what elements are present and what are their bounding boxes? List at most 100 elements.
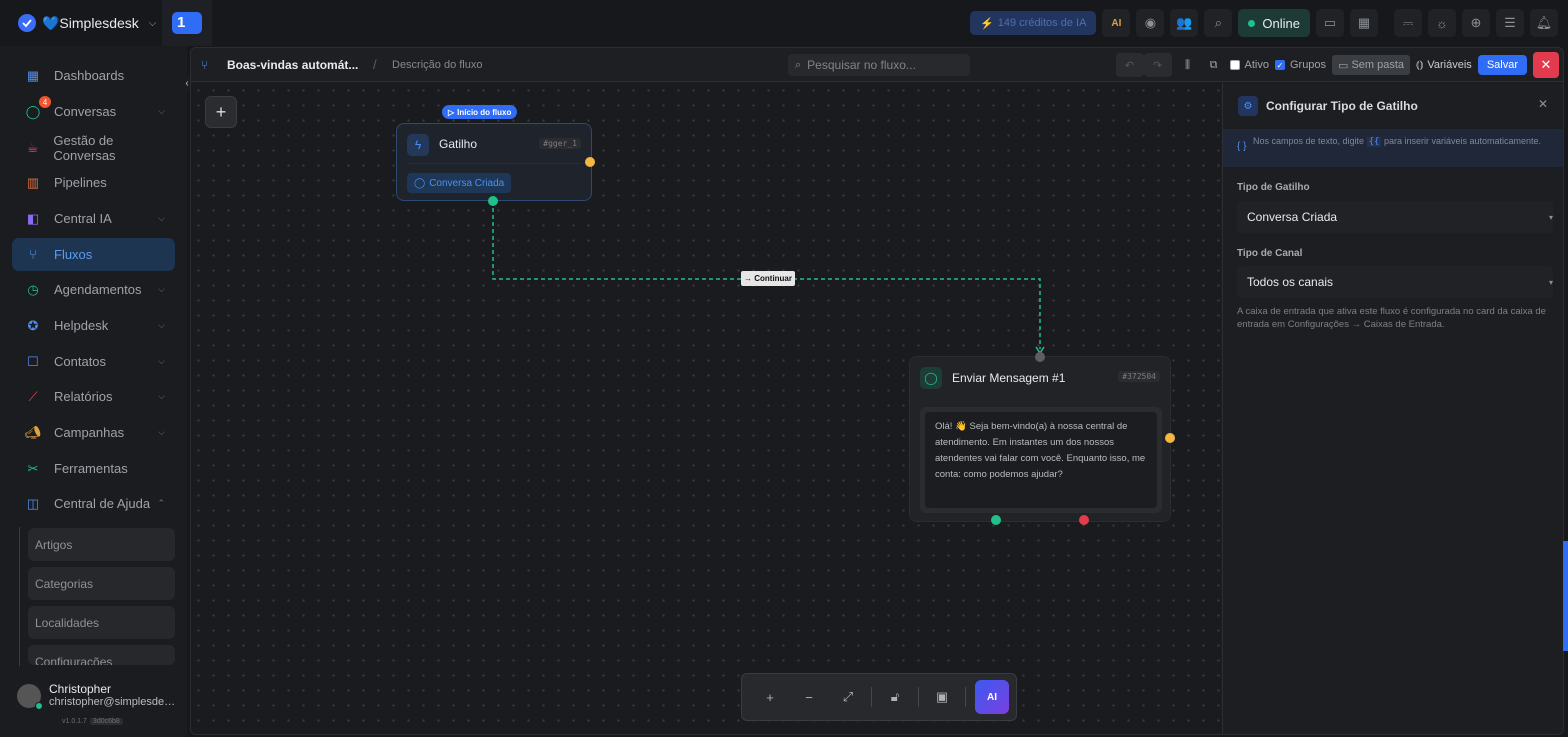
export-button[interactable]: ▣ bbox=[924, 679, 960, 715]
channel-type-select[interactable]: Todos os canais ▾ bbox=[1237, 266, 1553, 298]
config-panel: ⚙ Configurar Tipo de Gatilho ✕ { } Nos c… bbox=[1222, 83, 1563, 734]
submenu-line bbox=[19, 527, 20, 666]
active-toggle[interactable]: Ativo bbox=[1229, 53, 1269, 77]
flow-description[interactable]: Descrição do fluxo bbox=[392, 59, 483, 71]
hint-text-a: Nos campos de texto, digite bbox=[1253, 136, 1365, 146]
sidebar-item-fluxos[interactable]: ⑂ Fluxos bbox=[12, 238, 175, 271]
layout-button[interactable]: ⧉ bbox=[1204, 53, 1224, 77]
chevron-up-icon: ⌃ bbox=[157, 498, 165, 508]
top-bar: 💙Simplesdesk ⌵ 1 ⚡ 149 créditos de IA AI … bbox=[0, 0, 1568, 46]
status-circle-button[interactable]: ◉ bbox=[1136, 9, 1165, 37]
close-panel-button[interactable]: ✕ bbox=[1538, 97, 1548, 111]
chevron-down-icon: ⌵ bbox=[148, 17, 157, 29]
sidebar-item-central-ia[interactable]: ◧ Central IA ⌵ bbox=[12, 202, 175, 235]
sidebar-item-pipelines[interactable]: ▥ Pipelines bbox=[12, 166, 175, 199]
zoom-out-button[interactable]: − bbox=[791, 679, 827, 715]
sidebar-item-helpdesk[interactable]: ✪ Helpdesk ⌵ bbox=[12, 309, 175, 342]
sidebar-item-gestao-conversas[interactable]: ☕︎ Gestão de Conversas bbox=[12, 131, 175, 164]
message-success-port[interactable] bbox=[991, 515, 1001, 525]
sidebar-item-ferramentas[interactable]: ✂ Ferramentas bbox=[12, 452, 175, 485]
sidebar-item-dashboards[interactable]: ▦ Dashboards bbox=[12, 59, 175, 92]
calendar-button[interactable]: ▦ bbox=[1350, 9, 1378, 37]
page-scrollbar[interactable] bbox=[1563, 541, 1568, 651]
edge-label[interactable]: → Continuar bbox=[741, 271, 795, 286]
stats-button[interactable]: ⫼ bbox=[1178, 53, 1198, 77]
message-input-port[interactable] bbox=[1035, 352, 1045, 362]
variables-button[interactable]: ⦅⦆ Variáveis bbox=[1416, 53, 1472, 77]
close-icon: ✕ bbox=[1540, 57, 1552, 72]
sidebar-item-relatorios[interactable]: ⟋ Relatórios ⌵ bbox=[12, 380, 175, 413]
variables-label: Variáveis bbox=[1427, 59, 1472, 71]
tools-icon: ✂ bbox=[27, 460, 39, 476]
ai-credits-label: 149 créditos de IA bbox=[997, 17, 1087, 29]
book-icon: ◫ bbox=[26, 495, 40, 511]
trigger-output-port[interactable] bbox=[585, 157, 595, 167]
trigger-bottom-port[interactable] bbox=[488, 196, 498, 206]
coffee-icon: ☕︎ bbox=[26, 139, 39, 155]
sidebar-item-agendamentos[interactable]: ◷ Agendamentos ⌵ bbox=[12, 273, 175, 306]
toolbar-divider bbox=[918, 687, 919, 707]
groups-toggle[interactable]: ✓ Grupos bbox=[1274, 53, 1327, 77]
inbox-icon: ⎓ bbox=[1402, 15, 1414, 30]
sidebar-subitem-categorias[interactable]: Categorias bbox=[28, 567, 175, 600]
sidebar-item-label: Conversas bbox=[54, 104, 117, 119]
trigger-node[interactable]: ϟ Gatilho #gger_1 ◯ Conversa Criada bbox=[396, 123, 592, 201]
flow-title[interactable]: Boas-vindas automát... bbox=[227, 58, 358, 72]
message-preview-text: Olá! 👋 Seja bem-vindo(a) à nossa central… bbox=[925, 412, 1157, 508]
message-icon: ◯ bbox=[920, 367, 942, 389]
zoom-in-button[interactable]: + bbox=[752, 679, 788, 715]
search-icon: ⌕ bbox=[795, 58, 802, 71]
ai-logo-button[interactable]: AI bbox=[1102, 9, 1131, 37]
theme-button[interactable]: ☼ bbox=[1428, 9, 1456, 37]
online-dot-icon bbox=[1248, 19, 1256, 27]
sidebar-item-conversas[interactable]: ◯ 4 Conversas ⌵ bbox=[12, 95, 175, 128]
sidebar-item-contatos[interactable]: ☐ Contatos ⌵ bbox=[12, 345, 175, 378]
redo-button[interactable]: ↷ bbox=[1143, 53, 1172, 77]
messages-button[interactable]: ▭ bbox=[1316, 9, 1344, 37]
calendar-icon: ◷ bbox=[27, 281, 39, 297]
message-output-port[interactable] bbox=[1165, 433, 1175, 443]
undo-button[interactable]: ↶ bbox=[1115, 53, 1144, 77]
save-button[interactable]: Salvar bbox=[1477, 55, 1527, 75]
close-editor-button[interactable]: ✕ bbox=[1533, 52, 1559, 78]
search-button[interactable]: ⌕ bbox=[1204, 9, 1233, 37]
groups-checkbox[interactable]: ✓ bbox=[1274, 60, 1285, 70]
ai-assistant-button[interactable]: AI bbox=[975, 680, 1009, 714]
user-profile[interactable]: Christopher christopher@simplesdesk.com … bbox=[0, 672, 187, 737]
calendar-icon: ▦ bbox=[1357, 15, 1371, 30]
flow-canvas[interactable]: + → Continuar ▷ Início do fluxo ϟ Gatilho… bbox=[191, 83, 1221, 734]
folder-button[interactable]: ▭ Sem pasta bbox=[1332, 55, 1411, 75]
workspace-tab[interactable]: 1 bbox=[162, 0, 212, 46]
folder-icon: ▭ bbox=[1338, 59, 1349, 72]
active-checkbox[interactable] bbox=[1229, 60, 1240, 70]
chevron-down-icon: ▾ bbox=[1548, 212, 1553, 222]
workspace-switcher[interactable]: 💙Simplesdesk ⌵ bbox=[18, 12, 156, 34]
lock-button[interactable]: 🔓︎ bbox=[877, 679, 913, 715]
trigger-type-select[interactable]: Conversa Criada ▾ bbox=[1237, 201, 1553, 233]
sun-icon: ☼ bbox=[1436, 15, 1448, 31]
search-placeholder: Pesquisar no fluxo... bbox=[807, 58, 916, 72]
groups-label: Grupos bbox=[1289, 59, 1327, 71]
language-button[interactable]: ⊕ bbox=[1462, 9, 1490, 37]
sidebar-item-central-ajuda[interactable]: ◫ Central de Ajuda ⌃ bbox=[12, 487, 175, 520]
online-status-button[interactable]: Online bbox=[1238, 9, 1310, 37]
fit-view-button[interactable]: ⤢ bbox=[830, 679, 866, 715]
send-message-node[interactable]: ◯ Enviar Mensagem #1 #372504 Olá! 👋 Seja… bbox=[909, 356, 1171, 522]
sidebar-subitem-artigos[interactable]: Artigos bbox=[28, 528, 175, 561]
inbox-button[interactable]: ⎓ bbox=[1394, 9, 1422, 37]
message-error-port[interactable] bbox=[1079, 515, 1089, 525]
ai-credits-button[interactable]: ⚡ 149 créditos de IA bbox=[970, 11, 1097, 35]
sidebar-item-label: Pipelines bbox=[54, 175, 107, 190]
notifications-button[interactable]: 🔔︎ bbox=[1530, 9, 1558, 37]
play-icon: ▷ bbox=[448, 107, 455, 117]
flow-search-input[interactable]: ⌕ Pesquisar no fluxo... bbox=[788, 54, 970, 76]
sidebar-subitem-localidades[interactable]: Localidades bbox=[28, 606, 175, 639]
sidebar-item-label: Fluxos bbox=[54, 247, 93, 262]
layout-icon: ⧉ bbox=[1209, 58, 1218, 71]
expand-icon: ⤢ bbox=[842, 689, 854, 704]
sidebar-item-campanhas[interactable]: 📣︎ Campanhas ⌵ bbox=[12, 416, 175, 449]
tasks-button[interactable]: ☰ bbox=[1496, 9, 1524, 37]
sidebar-subitem-configuracoes[interactable]: Configurações bbox=[28, 645, 175, 665]
avatar bbox=[17, 684, 43, 710]
team-button[interactable]: 👥 bbox=[1170, 9, 1199, 37]
